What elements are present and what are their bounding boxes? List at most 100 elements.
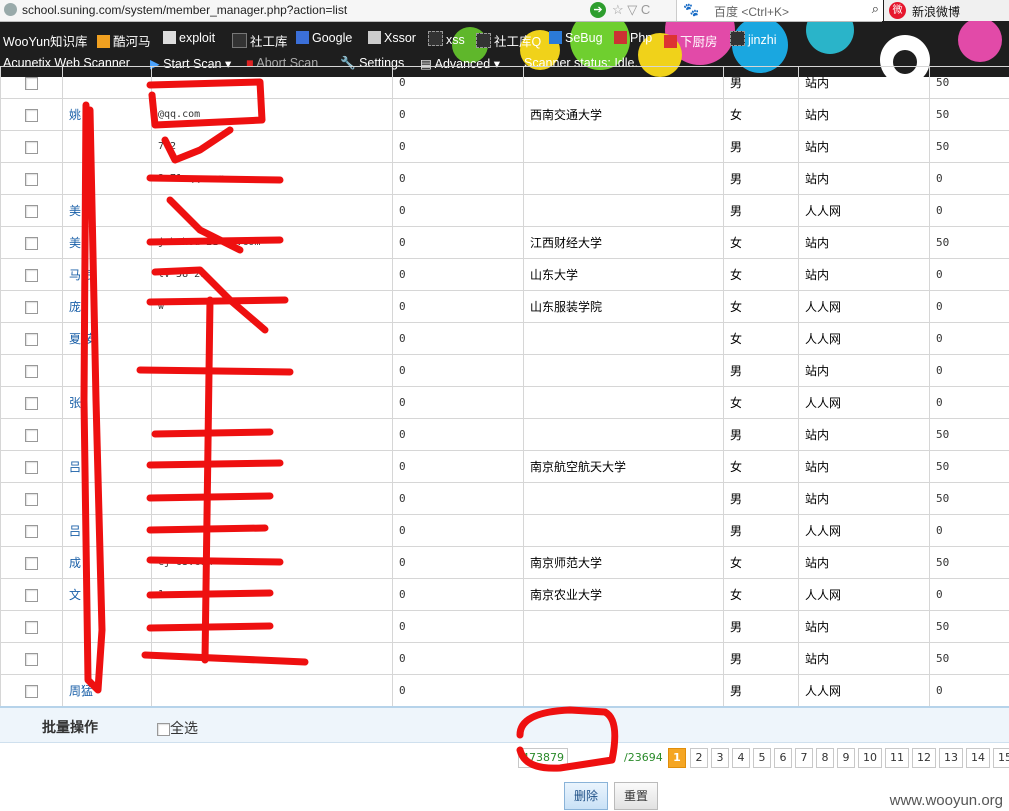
member-name[interactable]: 美 [62, 194, 152, 227]
bookmark-item[interactable]: WooYun知识库 [3, 31, 88, 50]
member-name[interactable]: 夏 安 [62, 322, 152, 355]
table-row[interactable]: 0 男站内 50 [0, 66, 1009, 99]
table-row[interactable]: 0 男站内 0 [0, 354, 1009, 387]
row-checkbox-box[interactable] [25, 652, 38, 666]
url-text[interactable]: school.suning.com/system/member_manager.… [22, 3, 347, 17]
row-checkbox-box[interactable] [25, 204, 38, 218]
member-name[interactable] [62, 610, 152, 643]
page-link[interactable]: 4 [732, 748, 750, 768]
member-name[interactable]: 美 [62, 226, 152, 259]
page-link[interactable]: 10 [858, 748, 882, 768]
member-name[interactable] [62, 66, 152, 99]
table-row[interactable]: 0 男站内 50 [0, 418, 1009, 451]
page-link[interactable]: 14 [966, 748, 990, 768]
member-name[interactable]: 庞 [62, 290, 152, 323]
bookmark-item[interactable]: 社工库 [232, 31, 288, 50]
table-row[interactable]: 文 1 0 南京农业大学女人人网 0 [0, 578, 1009, 611]
member-name[interactable]: 吕 [62, 450, 152, 483]
table-row[interactable]: 庞w 0 山东服装学院女人人网 0 [0, 290, 1009, 323]
bookmark-star-icon[interactable]: ☆ ▽ C [612, 2, 650, 18]
table-row[interactable]: 吕 0 男人人网 0 [0, 514, 1009, 547]
bookmark-item[interactable]: 社工库Q [476, 31, 541, 50]
page-link[interactable]: 7 [795, 748, 813, 768]
search-box[interactable]: 🐾 百度 <Ctrl+K> ⌕ [676, 0, 883, 21]
paw-icon[interactable]: 🐾 [683, 2, 699, 18]
select-all-checkbox[interactable] [157, 722, 170, 736]
page-link[interactable]: 12 [912, 748, 936, 768]
member-name[interactable]: 马 良 [62, 258, 152, 291]
page-link[interactable]: 2 [690, 748, 708, 768]
bookmark-item[interactable]: jinzhi [730, 31, 777, 47]
page-link[interactable]: 15 [993, 748, 1009, 768]
page-link[interactable]: 9 [837, 748, 855, 768]
table-row[interactable]: 742 0 男站内 50 [0, 130, 1009, 163]
row-checkbox-box[interactable] [25, 108, 38, 122]
page-link[interactable]: 8 [816, 748, 834, 768]
go-arrow-icon[interactable]: ➔ [590, 2, 606, 18]
member-name[interactable]: 成 [62, 546, 152, 579]
page-link[interactable]: 6 [774, 748, 792, 768]
row-checkbox-box[interactable] [25, 76, 38, 90]
row-checkbox-box[interactable] [25, 172, 38, 186]
bookmark-item[interactable]: Google [296, 31, 352, 45]
table-row[interactable]: 姚 @qq.com 0 西南交通大学女站内 50 [0, 98, 1009, 131]
delete-button[interactable]: 删除 [564, 782, 608, 810]
member-name[interactable] [62, 130, 152, 163]
row-checkbox-box[interactable] [25, 492, 38, 506]
total-records[interactable]: 473879 [518, 748, 568, 768]
address-bar[interactable]: school.suning.com/system/member_manager.… [0, 0, 883, 22]
table-row[interactable]: 美 0 男人人网 0 [0, 194, 1009, 227]
page-link[interactable]: 5 [753, 748, 771, 768]
bookmark-item[interactable]: Php [614, 31, 652, 45]
bookmark-item[interactable]: 下厨房 [664, 31, 718, 50]
page-current[interactable]: 1 [668, 748, 686, 768]
row-checkbox-box[interactable] [25, 588, 38, 602]
bookmark-item[interactable]: Xssor [368, 31, 416, 45]
row-checkbox-box[interactable] [25, 268, 38, 282]
member-name[interactable] [62, 642, 152, 675]
member-name[interactable]: 周猛 [62, 674, 152, 707]
reset-button[interactable]: 重置 [614, 782, 658, 810]
table-row[interactable]: 夏 安 0 女人人网 0 [0, 322, 1009, 355]
member-name[interactable]: 张 [62, 386, 152, 419]
table-row[interactable]: 周猛 0 男人人网 0 [0, 674, 1009, 707]
search-icon[interactable]: ⌕ [872, 1, 879, 17]
member-name[interactable]: 文 [62, 578, 152, 611]
bookmark-item[interactable]: exploit [163, 31, 215, 45]
row-checkbox-box[interactable] [25, 364, 38, 378]
table-row[interactable]: 0 男站内 50 [0, 482, 1009, 515]
row-checkbox-box[interactable] [25, 524, 38, 538]
table-row[interactable]: 美 johnhou 21 63.com 0 江西财经大学女站内 50 [0, 226, 1009, 259]
row-checkbox-box[interactable] [25, 140, 38, 154]
table-row[interactable]: 3 71 qq.com 0 男站内 0 [0, 162, 1009, 195]
weibo-button[interactable]: 微 新浪微博 [884, 0, 1009, 21]
table-row[interactable]: 张 0 女人人网 0 [0, 386, 1009, 419]
table-row[interactable]: 0 男站内 50 [0, 610, 1009, 643]
row-checkbox-box[interactable] [25, 300, 38, 314]
row-checkbox-box[interactable] [25, 396, 38, 410]
row-checkbox-box[interactable] [25, 428, 38, 442]
select-all[interactable]: 全选 [157, 718, 198, 738]
member-name[interactable] [62, 482, 152, 515]
row-checkbox-box[interactable] [25, 332, 38, 346]
row-checkbox-box[interactable] [25, 556, 38, 570]
page-link[interactable]: 11 [885, 748, 909, 768]
page-link[interactable]: 13 [939, 748, 963, 768]
member-name[interactable] [62, 418, 152, 451]
member-name[interactable] [62, 162, 152, 195]
bookmark-item[interactable]: xss [428, 31, 465, 47]
row-checkbox-box[interactable] [25, 236, 38, 250]
member-name[interactable]: 吕 [62, 514, 152, 547]
table-row[interactable]: 马 良 lv 58 21 0 山东大学女站内 0 [0, 258, 1009, 291]
bookmark-item[interactable]: SeBug [549, 31, 603, 45]
member-name[interactable]: 姚 [62, 98, 152, 131]
table-row[interactable]: 吕 0 南京航空航天大学女站内 50 [0, 450, 1009, 483]
table-row[interactable]: 成 cj 63.com 0 南京师范大学女站内 50 [0, 546, 1009, 579]
bookmark-item[interactable]: 酷河马 [97, 31, 151, 50]
row-checkbox-box[interactable] [25, 620, 38, 634]
row-checkbox-box[interactable] [25, 460, 38, 474]
row-checkbox-box[interactable] [25, 684, 38, 698]
page-link[interactable]: 3 [711, 748, 729, 768]
table-row[interactable]: 0 男站内 50 [0, 642, 1009, 675]
member-name[interactable] [62, 354, 152, 387]
